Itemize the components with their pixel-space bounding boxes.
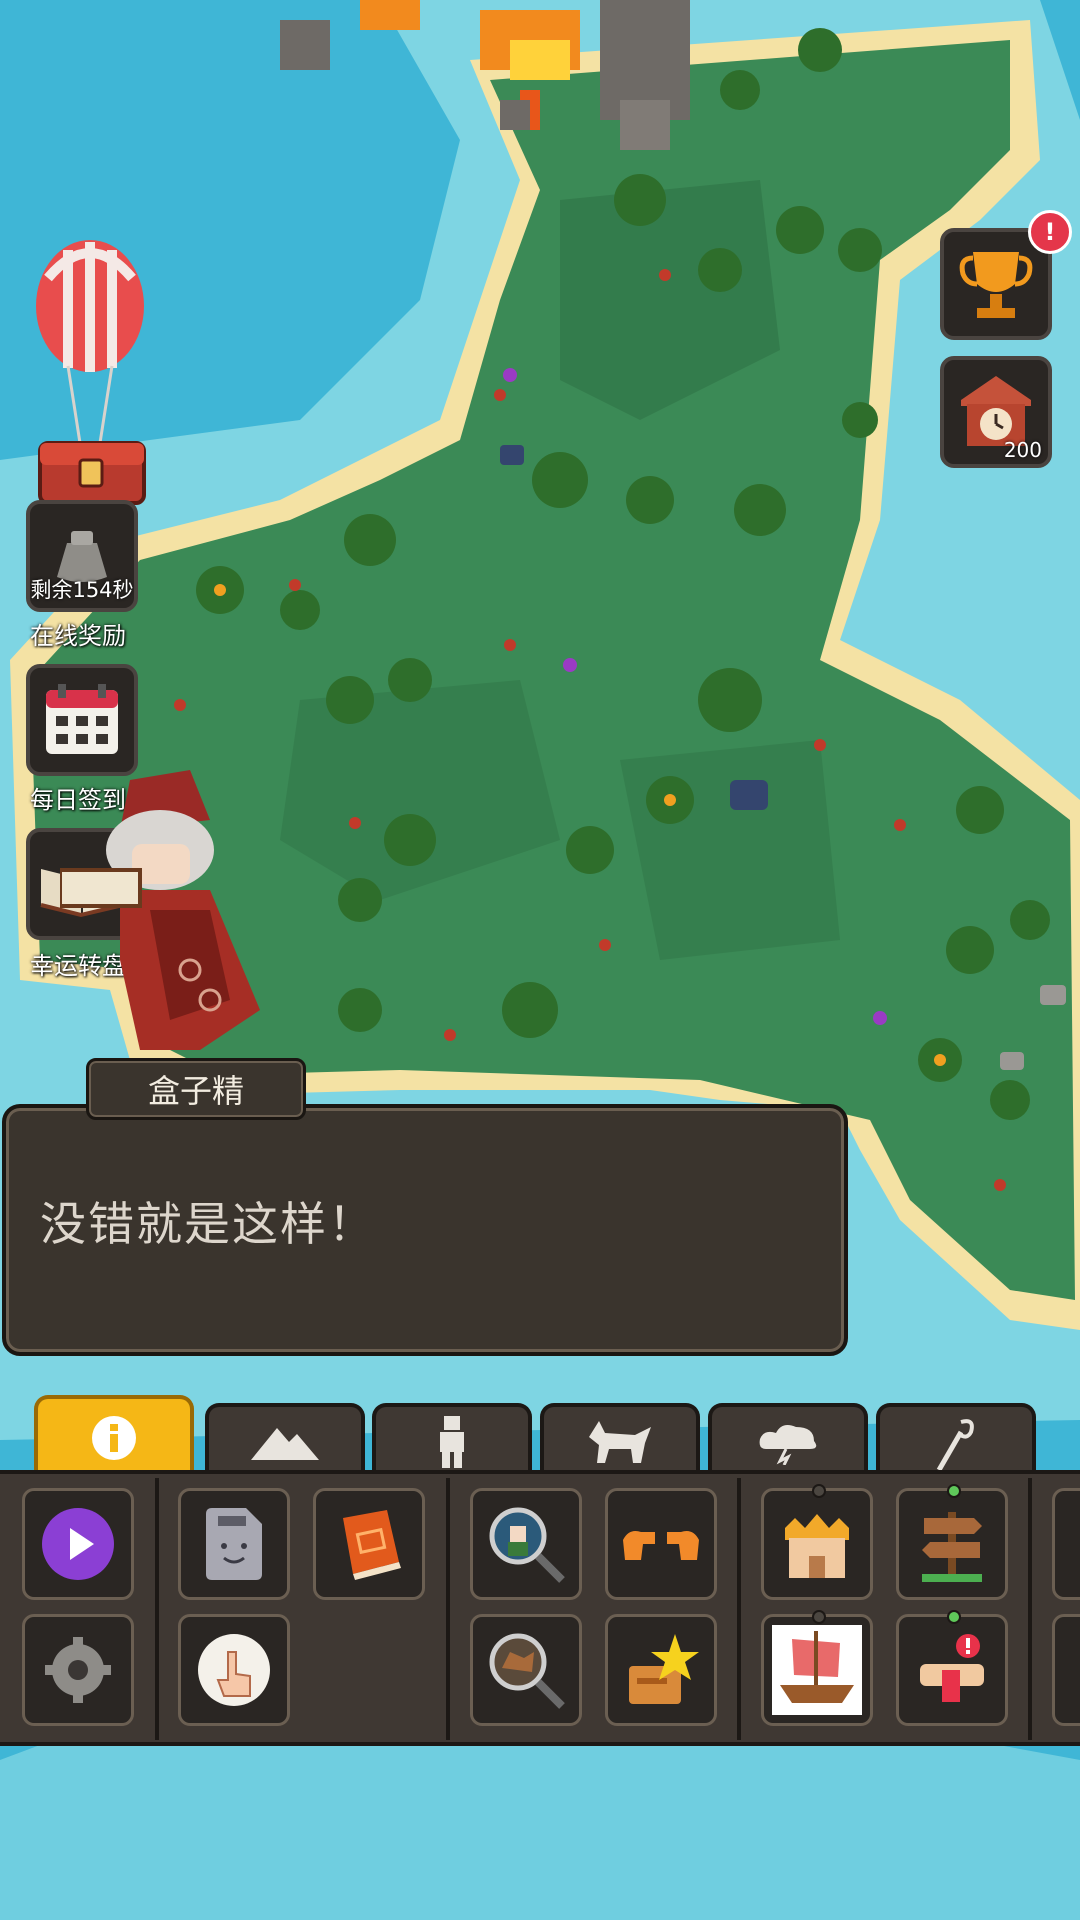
encyclopedia-button[interactable]	[313, 1488, 425, 1600]
pointer-hand-icon	[198, 1634, 270, 1706]
inspect-animal-button[interactable]	[470, 1614, 582, 1726]
ship-dot	[812, 1610, 826, 1624]
favorites-star-icon	[629, 1634, 699, 1704]
balloon-chest-icon	[36, 240, 146, 505]
panel-divider	[1028, 1478, 1032, 1740]
kingdom-castle-icon	[785, 1514, 849, 1578]
calendar-icon	[46, 684, 118, 754]
more-tools-button[interactable]	[1052, 1488, 1080, 1600]
trophy-alert-badge: !	[1028, 210, 1072, 254]
wolf-icon	[589, 1421, 651, 1463]
ship-icon	[772, 1625, 862, 1715]
signpost-button[interactable]	[896, 1484, 1008, 1600]
dialog-box[interactable]: 没错就是这样！	[2, 1104, 848, 1356]
scroll-dot	[947, 1610, 961, 1624]
tab-powers[interactable]	[876, 1403, 1036, 1477]
clock-count: 200	[1003, 438, 1042, 462]
online-reward-timer: 剩余154秒	[30, 578, 134, 602]
play-button[interactable]	[22, 1488, 134, 1600]
trophy-icon	[959, 252, 1033, 318]
panel-divider	[155, 1478, 159, 1740]
inspect-animal-icon	[489, 1633, 565, 1709]
info-icon	[92, 1416, 136, 1460]
settings-gear-icon	[45, 1637, 111, 1703]
tab-terrain[interactable]	[205, 1403, 365, 1477]
online-reward-label: 在线奖励	[30, 622, 126, 650]
tab-creatures[interactable]	[372, 1403, 532, 1477]
mountain-icon	[251, 1428, 319, 1460]
human-icon	[440, 1416, 464, 1468]
toolbar-tabs	[0, 1395, 1080, 1477]
encyclopedia-book-icon	[343, 1510, 401, 1580]
favorites-button[interactable]	[605, 1614, 717, 1726]
settings-button[interactable]	[22, 1614, 134, 1726]
ship-button[interactable]	[761, 1610, 873, 1726]
mage-character	[60, 770, 260, 1050]
diplomacy-hands-icon	[623, 1531, 699, 1560]
tab-animals[interactable]	[540, 1403, 700, 1477]
storm-cloud-icon	[759, 1425, 817, 1465]
magic-staff-icon	[936, 1419, 974, 1472]
dialog-text: 没错就是这样！	[40, 1197, 376, 1251]
signpost-icon	[922, 1512, 982, 1582]
tab-weather[interactable]	[708, 1403, 868, 1477]
clock-button[interactable]: 200	[940, 356, 1052, 468]
scroll-alert-icon	[920, 1634, 984, 1702]
save-file-icon	[206, 1508, 262, 1580]
more-tools-button[interactable]	[1052, 1614, 1080, 1726]
save-button[interactable]	[178, 1488, 290, 1600]
scroll-alert-button[interactable]	[896, 1610, 1008, 1726]
pointer-button[interactable]	[178, 1614, 290, 1726]
diplomacy-button[interactable]	[605, 1488, 717, 1600]
kingdom-dot	[812, 1484, 826, 1498]
tab-info[interactable]	[34, 1395, 194, 1477]
signpost-dot	[947, 1484, 961, 1498]
panel-divider	[737, 1478, 741, 1740]
inspect-unit-icon	[489, 1507, 565, 1583]
play-icon	[42, 1508, 114, 1580]
speaker-name: 盒子精	[86, 1058, 306, 1120]
balloon-chest[interactable]	[28, 238, 158, 528]
inspect-unit-button[interactable]	[470, 1488, 582, 1600]
kingdom-button[interactable]	[761, 1484, 873, 1600]
panel-divider	[446, 1478, 450, 1740]
online-reward-button[interactable]: 剩余154秒	[26, 500, 138, 612]
